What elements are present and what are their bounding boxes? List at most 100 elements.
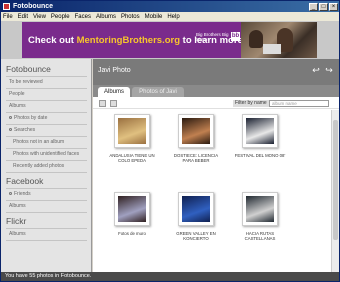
sidebar-divider [6,112,87,113]
maximize-button[interactable]: □ [319,2,328,11]
album-thumbnail[interactable] [114,114,150,148]
menu-file[interactable]: File [3,14,13,20]
sidebar-item-label: Albums [9,103,26,109]
album-thumbnail[interactable] [242,114,278,148]
minimize-button[interactable]: _ [309,2,318,11]
sidebar-divider [6,124,87,125]
tab-photos-of-javi[interactable]: Photos of Javi [132,87,184,97]
album-item[interactable]: GREEN VALLEY EN KONCIERTO [169,192,223,241]
forward-arrow-icon[interactable]: ↪ [324,65,334,76]
sidebar-item-label: Photos by date [14,115,48,121]
album-thumbnail[interactable] [242,192,278,226]
album-caption: GREEN VALLEY EN KONCIERTO [176,231,216,241]
sidebar-item[interactable]: Photos by date [9,115,91,122]
album-caption: HACIA RUTAS CASTELLANAS [244,231,276,241]
album-thumbnail-image [118,118,146,144]
radio-icon [9,115,12,119]
album-caption: FESTIVAL DEL MONO 08' [234,153,286,158]
list-view-icon[interactable] [110,100,117,107]
sidebar-divider [6,148,87,149]
album-thumbnail-image [118,196,146,222]
status-text: You have 55 photos in Fotobounce. [5,273,92,279]
title-bar[interactable]: Fotobounce _ □ × [1,1,339,12]
sidebar-item[interactable]: People [9,91,91,98]
sidebar-item[interactable]: Recently added photos [13,163,91,170]
sidebar-divider [6,200,87,201]
album-thumbnail[interactable] [178,114,214,148]
sidebar-item[interactable]: To be reviewed [9,79,91,86]
sidebar-item-label: Photos not in an album [13,139,65,145]
sidebar-divider [6,240,87,241]
sidebar-item-label: Albums [9,231,26,237]
menu-bar: File Edit View People Faces Albums Photo… [1,12,339,21]
ad-banner[interactable]: Check out MentoringBrothers.org to learn… [22,22,317,58]
sidebar-item-label: Recently added photos [13,163,65,169]
ad-logo: Big Brothers Big Sisters bb [196,32,240,48]
filter-label: Filter by name [233,100,269,107]
main-panel: Javi Photo ↩ ↪ Albums Photos of Javi Fil… [93,59,339,272]
album-thumbnail[interactable] [114,192,150,226]
app-icon [3,3,10,10]
ad-logo-mark: bb [231,32,240,41]
album-caption: ANDALUSIA TIENE UN COLO EPEDA [109,153,155,163]
album-item[interactable]: ANDALUSIA TIENE UN COLO EPEDA [105,114,159,163]
album-item[interactable]: FESTIVAL DEL MONO 08' [233,114,287,158]
album-grid: ANDALUSIA TIENE UN COLO EPEDA DOSTIECE: … [93,110,331,272]
menu-edit[interactable]: Edit [18,14,28,20]
status-bar: You have 55 photos in Fotobounce. [1,272,339,281]
vertical-scrollbar[interactable] [331,110,339,272]
album-item[interactable]: HACIA RUTAS CASTELLANAS [233,192,287,241]
sidebar-divider [6,228,87,229]
sidebar-item-label: Photos with unidentified faces [13,151,80,157]
album-thumbnail-image [182,118,210,144]
sidebar-item[interactable]: Albums [9,103,91,110]
album-caption: DOSTIECE: LICENCIA PARA BEBER [173,153,219,163]
sidebar-item[interactable]: Photos with unidentified faces [13,151,91,158]
sidebar-section-title: Fotobounce [6,64,51,74]
menu-albums[interactable]: Albums [96,14,116,20]
album-caption: Fotos de muro [118,231,146,236]
menu-help[interactable]: Help [167,14,179,20]
sidebar-item-label: Albums [9,203,26,209]
sidebar-item-label: Searches [14,127,36,133]
sidebar-divider [6,88,87,89]
album-thumbnail-image [246,196,274,222]
album-thumbnail-image [246,118,274,144]
sidebar-item-label: Friends [14,191,31,197]
radio-icon [9,127,12,131]
menu-photos[interactable]: Photos [121,14,140,20]
grid-view-icon[interactable] [99,100,106,107]
close-button[interactable]: × [329,2,338,11]
menu-view[interactable]: View [33,14,46,20]
tab-albums[interactable]: Albums [98,87,130,97]
album-header: Javi Photo ↩ ↪ [93,59,339,85]
sidebar-item[interactable]: Albums [9,203,91,210]
scrollbar-thumb[interactable] [333,120,338,240]
album-item[interactable]: DOSTIECE: LICENCIA PARA BEBER [169,114,223,163]
window-title: Fotobounce [13,3,54,10]
sidebar-item[interactable]: Searches [9,127,91,134]
sidebar-divider [6,160,87,161]
sidebar-divider [6,212,87,213]
menu-mobile[interactable]: Mobile [145,14,163,20]
sidebar-item[interactable]: Friends [9,191,91,198]
album-filter-input[interactable]: album name [269,100,329,107]
sidebar-divider [6,188,87,189]
menu-faces[interactable]: Faces [75,14,91,20]
ad-banner-area: Check out MentoringBrothers.org to learn… [1,21,339,59]
album-thumbnail[interactable] [178,192,214,226]
back-arrow-icon[interactable]: ↩ [311,65,321,76]
sidebar-section-title: Flickr [6,216,27,226]
sidebar-divider [6,100,87,101]
sidebar-item-label: People [9,91,25,97]
tab-bar: Albums Photos of Javi [93,85,339,97]
album-toolbar: Filter by name album name [93,97,339,109]
sidebar-item[interactable]: Albums [9,231,91,238]
album-thumbnail-image [182,196,210,222]
album-item[interactable]: Fotos de muro [105,192,159,236]
sidebar-section-title: Facebook [6,176,44,186]
sidebar: Fotobounce To be reviewed People Albums Phot… [1,59,92,272]
album-title: Javi Photo [98,67,131,74]
sidebar-item[interactable]: Photos not in an album [13,139,91,146]
menu-people[interactable]: People [51,14,70,20]
